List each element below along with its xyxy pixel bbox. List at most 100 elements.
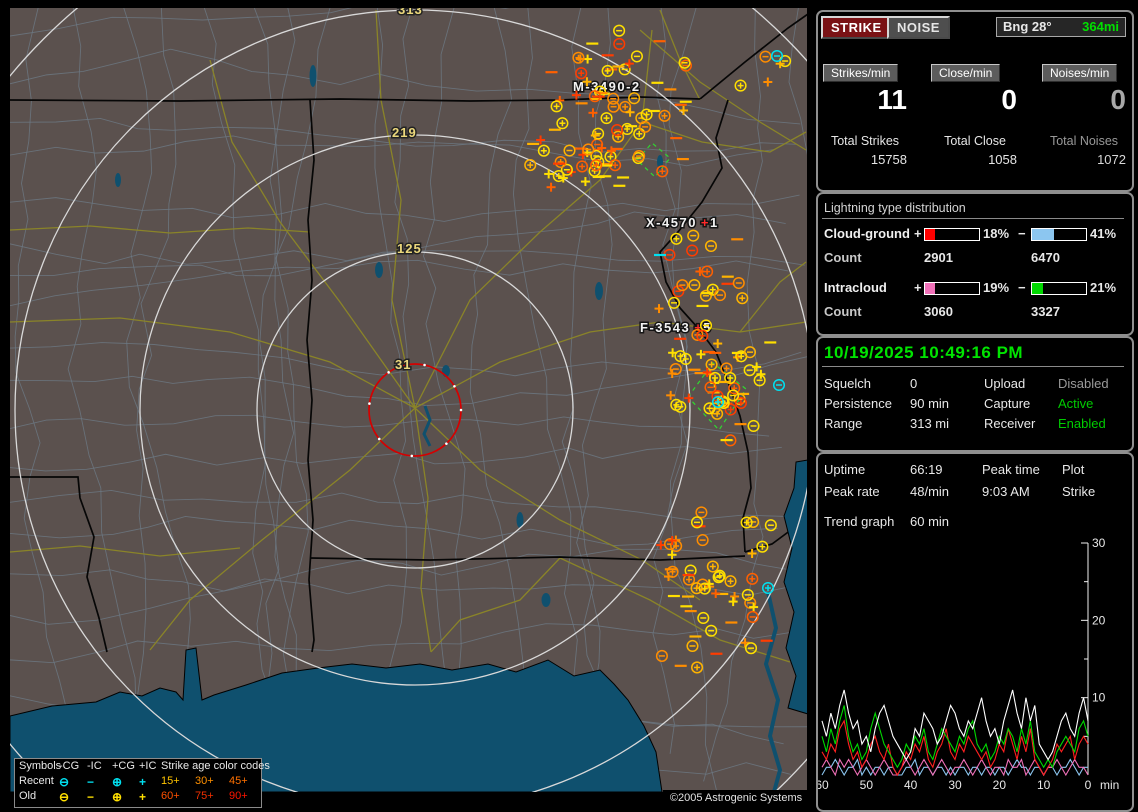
peak-time-value: 9:03 AM (982, 484, 1030, 499)
count-label: Count (824, 304, 862, 319)
circled-minus-icon: ⊖ (59, 790, 70, 804)
legend-age-title: Strike age color codes (161, 760, 270, 772)
trend-graph-window: 60 min (910, 514, 950, 529)
age-60: 60+ (161, 790, 180, 802)
capture-label: Capture (984, 396, 1031, 411)
app-window: 313 219 125 31 M-3490-2 X-4570 +1 F-3543 +5 Symb… (0, 0, 1138, 812)
total-noises-value: 1072 (1097, 152, 1126, 167)
intracloud-label: Intracloud (824, 280, 887, 295)
svg-text:20: 20 (993, 778, 1007, 792)
peak-time-label: Peak time (982, 462, 1040, 477)
trend-panel: Uptime 66:19 Peak time Plot Peak rate 48… (816, 452, 1134, 812)
plot-mode-value: Strike (1062, 484, 1096, 499)
strike-stats-panel: STRIKE NOISE Bng 28° 364mi Strikes/min C… (816, 10, 1134, 192)
map-legend: Symbols -CG -IC +CG +IC Strike age color… (14, 758, 270, 808)
datetime-display: 10/19/2025 10:49:16 PM (824, 343, 1024, 362)
strikes-per-min-chip[interactable]: Strikes/min (823, 64, 899, 82)
range-label: Range (824, 416, 863, 431)
svg-text:10: 10 (1092, 691, 1106, 705)
total-strikes-value: 15758 (870, 152, 907, 167)
plus-sign: + (914, 280, 922, 295)
distribution-title: Lightning type distribution (824, 201, 966, 215)
range-readout: 364mi (1082, 19, 1119, 34)
peak-rate-value: 48/min (910, 484, 950, 499)
svg-text:50: 50 (860, 778, 874, 792)
legend-row-recent: Recent (19, 775, 54, 787)
total-noises-label: Total Noises (1049, 134, 1119, 148)
ic-neg-count: 3327 (1031, 304, 1060, 319)
svg-text:20: 20 (1092, 613, 1106, 627)
divider (822, 366, 1124, 367)
minus-sign: − (1018, 280, 1026, 295)
strikes-per-min-value: 11 (877, 84, 907, 115)
legend-col-neg-ic: -IC (87, 760, 102, 772)
ic-pos-bar (924, 282, 980, 295)
upload-label: Upload (984, 376, 1026, 391)
age-30: 30+ (195, 775, 214, 787)
svg-text:X-4570+1: X-4570 +1 (646, 215, 719, 230)
total-strikes-label: Total Strikes (830, 134, 900, 148)
receiver-status: Enabled (1058, 416, 1106, 431)
cg-neg-count: 6470 (1031, 250, 1060, 265)
svg-text:30: 30 (948, 778, 962, 792)
svg-text:31: 31 (395, 357, 411, 372)
plus-icon: + (139, 775, 147, 789)
capture-status: Active (1058, 396, 1094, 411)
age-45: 45+ (229, 775, 248, 787)
trend-graph: 10 20 30 60 50 40 30 20 10 0 min (818, 536, 1119, 792)
age-90: 90+ (229, 790, 248, 802)
receiver-label: Receiver (984, 416, 1036, 431)
cg-pos-pct: 18% (983, 226, 1010, 241)
svg-text:40: 40 (904, 778, 918, 792)
cg-neg-pct: 41% (1090, 226, 1117, 241)
copyright-text: ©2005 Astrogenic Systems (663, 790, 809, 807)
svg-text:219: 219 (392, 125, 417, 140)
noise-button[interactable]: NOISE (887, 16, 950, 39)
lightning-distribution-panel: Lightning type distribution Cloud-ground… (816, 192, 1134, 336)
ic-pos-count: 3060 (924, 304, 953, 319)
plus-icon: + (139, 790, 147, 804)
svg-text:60: 60 (818, 778, 829, 792)
peak-rate-label: Peak rate (824, 484, 880, 499)
total-close-label: Total Close (944, 134, 1006, 148)
legend-symbols-header: Symbols (19, 760, 62, 772)
legend-col-pos-cg: +CG (112, 760, 135, 772)
bearing-label: Bng 28° (1003, 19, 1052, 34)
ic-neg-bar (1031, 282, 1087, 295)
circled-plus-icon: ⊕ (112, 790, 123, 804)
uptime-label: Uptime (824, 462, 866, 477)
plot-label: Plot (1062, 462, 1085, 477)
range-value: 313 mi (910, 416, 950, 431)
uptime-value: 66:19 (910, 462, 943, 477)
divider (822, 218, 1124, 219)
cloud-ground-label: Cloud-ground (824, 226, 910, 241)
trend-graph-label: Trend graph (824, 514, 895, 529)
persistence-label: Persistence (824, 396, 892, 411)
map-canvas[interactable]: 31321912531M-3490-2X-4570 +1F-3543 +5 (10, 8, 807, 792)
map-area: 313 219 125 31 M-3490-2 X-4570 +1 F-3543 +5 Symb… (0, 0, 810, 812)
close-per-min-chip[interactable]: Close/min (931, 64, 1001, 82)
strike-button[interactable]: STRIKE (821, 16, 892, 39)
minus-icon: − (87, 775, 95, 789)
close-per-min-value: 0 (1001, 84, 1017, 115)
status-panel: 10/19/2025 10:49:16 PM Squelch 0 Upload … (816, 336, 1134, 452)
minus-icon: − (87, 790, 95, 804)
plus-sign: + (914, 226, 922, 241)
noises-per-min-chip[interactable]: Noises/min (1042, 64, 1118, 82)
bearing-range-display: Bng 28° 364mi (996, 17, 1126, 37)
ic-pos-pct: 19% (983, 280, 1010, 295)
cg-pos-count: 2901 (924, 250, 953, 265)
svg-text:30: 30 (1092, 536, 1106, 550)
upload-status: Disabled (1058, 376, 1109, 391)
persistence-value: 90 min (910, 396, 950, 411)
svg-text:125: 125 (397, 241, 422, 256)
svg-text:313: 313 (398, 8, 423, 17)
circled-minus-icon: ⊖ (59, 775, 70, 789)
svg-text:0: 0 (1085, 778, 1092, 792)
svg-text:min: min (1100, 778, 1119, 792)
legend-col-neg-cg: -CG (59, 760, 80, 772)
age-75: 75+ (195, 790, 214, 802)
squelch-value: 0 (910, 376, 918, 391)
ic-neg-pct: 21% (1090, 280, 1117, 295)
cg-pos-bar (924, 228, 980, 241)
